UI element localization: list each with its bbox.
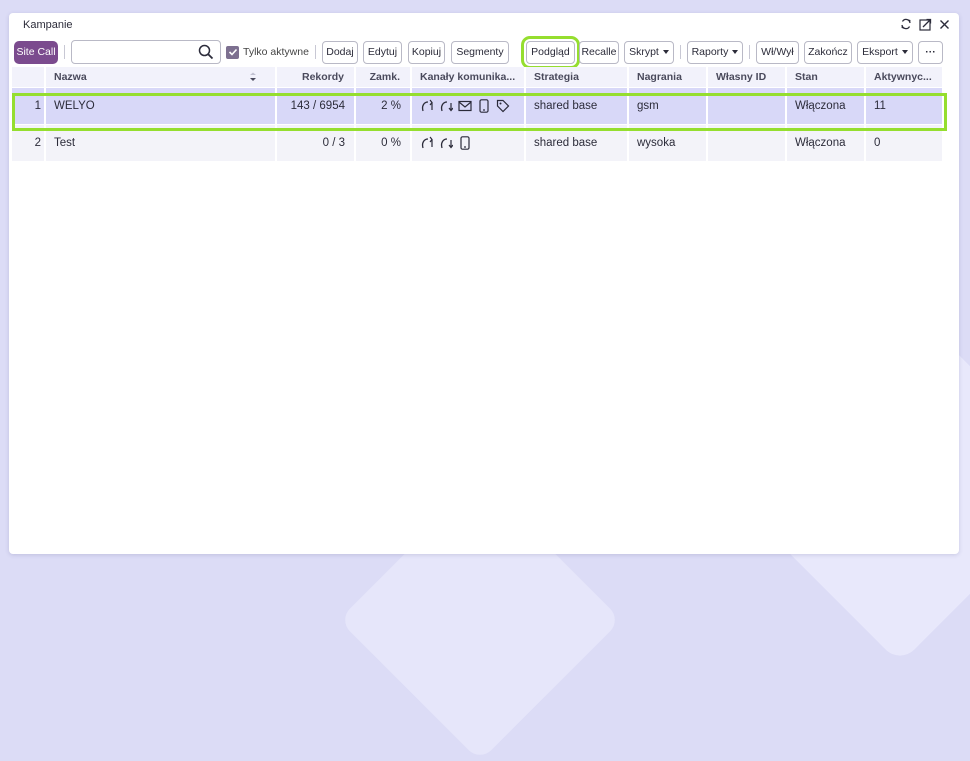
call-out-icon [420,136,434,150]
sort-icon[interactable] [249,72,257,82]
channels-cell [412,88,526,124]
reports-label: Raporty [691,46,729,58]
reports-dropdown[interactable]: Raporty [686,40,743,64]
active-count: 11 [866,88,942,124]
state: Włączona [787,88,866,124]
chevron-down-icon [662,50,669,54]
popout-icon[interactable] [918,17,932,31]
closed-percent: 2 % [356,88,412,124]
more-options-button[interactable]: ··· [917,40,943,64]
copy-button[interactable]: Kopiuj [407,40,445,64]
column-header-wlasny-id[interactable]: Własny ID [708,67,787,87]
window-title: Kampanie [23,19,73,31]
sms-icon [477,99,491,113]
edit-button[interactable]: Edytuj [362,40,402,64]
chevron-down-icon [901,50,908,54]
column-header-nazwa[interactable]: Nazwa [46,67,277,87]
preview-button[interactable]: Podgląd [520,35,580,69]
titlebar: Kampanie [9,13,959,37]
site-call-button[interactable]: Site Call [14,40,58,64]
window-controls [899,17,951,31]
export-dropdown[interactable]: Eksport [856,40,913,64]
separator [314,45,316,59]
recordings: gsm [629,88,708,124]
row-index: 2 [12,125,46,161]
channels-cell [412,125,526,161]
column-header-aktywnych[interactable]: Aktywnyc... [866,67,942,87]
segments-button[interactable]: Segmenty [450,40,509,64]
finish-button[interactable]: Zakończ [803,40,852,64]
column-header-nagrania[interactable]: Nagrania [629,67,708,87]
column-label: Nazwa [54,71,87,83]
script-dropdown[interactable]: Skrypt [623,40,674,64]
separator [679,45,681,59]
recordings: wysoka [629,125,708,161]
only-active-checkbox[interactable]: Tylko aktywne [226,45,309,59]
sms-icon [458,136,472,150]
campaigns-table: Nazwa Rekordy Zamk. Kanały komunika... S… [12,67,942,161]
strategy: shared base [526,88,629,124]
active-count: 0 [866,125,942,161]
export-label: Eksport [862,46,898,58]
records-count: 143 / 6954 [277,88,356,124]
toggle-button[interactable]: Wł/Wył [755,40,799,64]
table-row[interactable]: 2 Test 0 / 3 0 % shared base wysoka Włąc… [12,125,942,161]
strategy: shared base [526,125,629,161]
toolbar: Site Call Tylko aktywne Dodaj Edytuj Kop… [14,35,955,69]
column-header-stan[interactable]: Stan [787,67,866,87]
search-icon[interactable] [198,44,214,60]
checkbox-checked-icon[interactable] [226,45,239,59]
column-header-kanaly[interactable]: Kanały komunika... [412,67,526,87]
call-in-icon [439,99,453,113]
column-header-rekordy[interactable]: Rekordy [277,67,356,87]
search-box [71,40,221,64]
call-out-icon [420,99,434,113]
row-index: 1 [12,88,46,124]
tag-icon [496,99,510,113]
search-input[interactable] [76,41,194,63]
email-icon [458,99,472,113]
records-count: 0 / 3 [277,125,356,161]
campaigns-window: Kampanie Site Call Tylko aktywne Dodaj E… [9,13,959,554]
call-in-icon [439,136,453,150]
column-header-zamk[interactable]: Zamk. [356,67,412,87]
table-header: Nazwa Rekordy Zamk. Kanały komunika... S… [12,67,942,87]
campaign-name: WELYO [46,88,277,124]
separator [748,45,750,59]
script-label: Skrypt [629,46,659,58]
close-icon[interactable] [937,17,951,31]
recalls-button[interactable]: Recalle [578,40,619,64]
campaign-name: Test [46,125,277,161]
column-header-strategia[interactable]: Strategia [526,67,629,87]
add-button[interactable]: Dodaj [321,40,358,64]
own-id [708,125,787,161]
separator [64,45,65,59]
refresh-icon[interactable] [899,17,913,31]
own-id [708,88,787,124]
chevron-down-icon [732,50,739,54]
closed-percent: 0 % [356,125,412,161]
table-row[interactable]: 1 WELYO 143 / 6954 2 % shared base gsm W… [12,88,942,124]
index-header [12,67,46,87]
state: Włączona [787,125,866,161]
only-active-label: Tylko aktywne [243,46,309,58]
